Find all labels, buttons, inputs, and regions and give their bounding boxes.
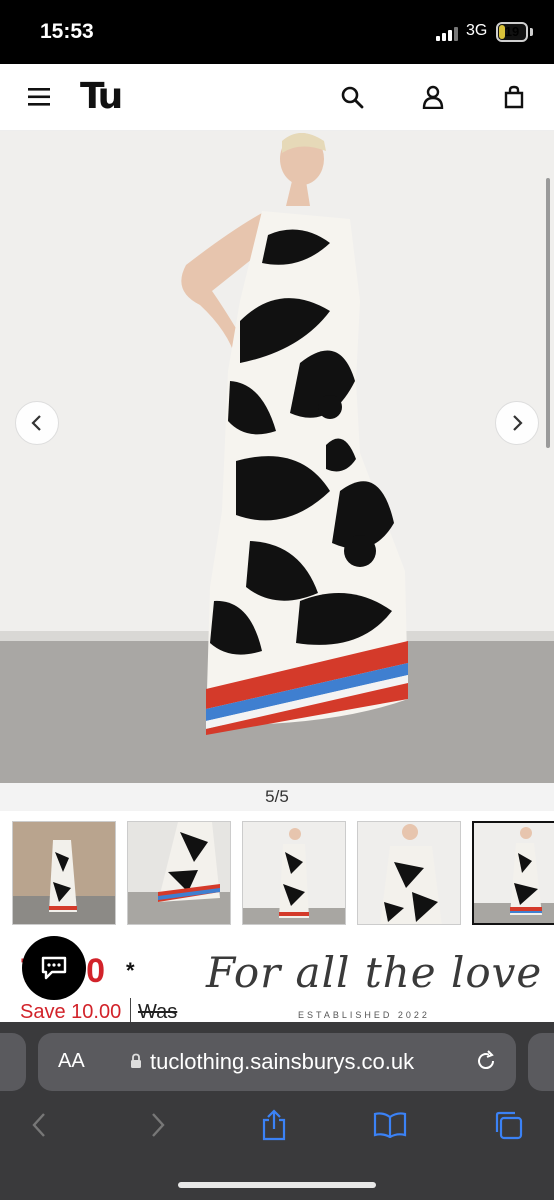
chevron-right-icon: [513, 415, 523, 431]
chat-button[interactable]: [22, 936, 86, 1000]
signal-icon: [436, 27, 458, 41]
thumbnail-2[interactable]: [127, 821, 231, 925]
previous-image-button[interactable]: [15, 401, 59, 445]
next-tab-preview[interactable]: [528, 1033, 554, 1091]
url-text: tuclothing.sainsburys.co.uk: [150, 1049, 415, 1074]
status-time: 15:53: [40, 20, 94, 43]
thumbnail-4[interactable]: [357, 821, 461, 925]
chat-icon: [41, 956, 67, 980]
chevron-left-icon: [31, 415, 41, 431]
bag-icon[interactable]: [498, 81, 530, 113]
next-image-button[interactable]: [495, 401, 539, 445]
forward-icon[interactable]: [141, 1108, 175, 1142]
price-divider: [130, 998, 131, 1024]
battery-level: 19: [504, 24, 520, 39]
thumbnail-3[interactable]: [242, 821, 346, 925]
price-asterisk: *: [126, 958, 135, 983]
dress-photo: [0, 131, 554, 783]
bookmarks-icon[interactable]: [373, 1108, 407, 1142]
reader-aa-button[interactable]: AA: [58, 1050, 85, 1073]
image-counter: 5/5: [0, 783, 554, 811]
save-amount: Save 10.00: [20, 1001, 122, 1023]
product-image[interactable]: [0, 131, 554, 783]
reload-icon[interactable]: [474, 1049, 498, 1073]
back-icon[interactable]: [22, 1108, 56, 1142]
battery-icon: 19: [496, 22, 528, 42]
battery-nub: [530, 28, 533, 36]
was-price-label: Was: [138, 1001, 178, 1023]
tabs-icon[interactable]: [491, 1108, 525, 1142]
network-type: 3G: [466, 22, 488, 39]
thumbnail-1[interactable]: [12, 821, 116, 925]
address-bar[interactable]: AA tuclothing.sainsburys.co.uk: [38, 1033, 516, 1091]
share-icon[interactable]: [257, 1108, 291, 1142]
search-icon[interactable]: [336, 81, 368, 113]
home-indicator: [178, 1182, 376, 1188]
promo-established: ESTABLISHED 2022: [298, 1010, 430, 1020]
tu-logo[interactable]: Tu: [80, 76, 123, 117]
lock-icon: [131, 1053, 141, 1068]
previous-tab-preview[interactable]: [0, 1033, 26, 1091]
account-icon[interactable]: [417, 81, 449, 113]
status-bar: 15:53 3G 19: [0, 0, 554, 64]
thumbnail-5[interactable]: [472, 821, 554, 925]
page-scrollbar[interactable]: [546, 178, 550, 448]
promo-script-text: For all the love: [206, 948, 543, 997]
thumbnail-strip: [0, 811, 554, 939]
site-header: Tu: [0, 64, 554, 131]
menu-icon[interactable]: [24, 81, 56, 113]
promo-banner[interactable]: For all the love ESTABLISHED 2022: [206, 948, 541, 1026]
